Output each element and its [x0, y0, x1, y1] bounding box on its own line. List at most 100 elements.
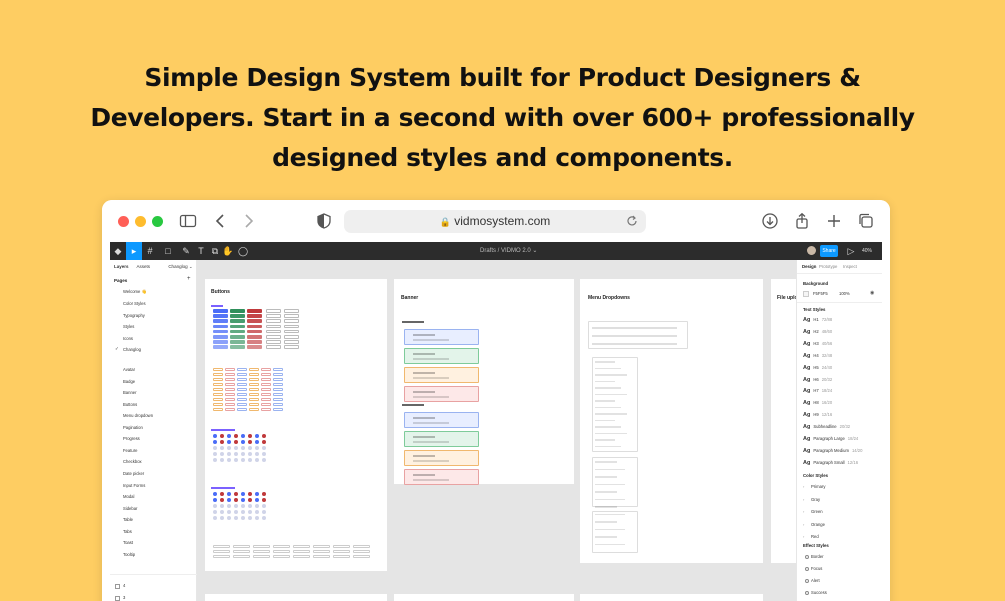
page-item-active[interactable]: Changlog	[123, 347, 141, 352]
tab-inspect[interactable]: Inspect	[843, 264, 857, 269]
text-style-item[interactable]: Ag Subheadline 20/32	[803, 424, 850, 430]
component-layer-item[interactable]: Buttons	[123, 402, 137, 407]
file-upload-frame[interactable]: File uplo	[771, 279, 798, 563]
component-layer-item[interactable]: Input Forms	[123, 483, 145, 488]
banner-card[interactable]	[404, 386, 479, 402]
sidebar-toggle-icon[interactable]	[179, 212, 197, 230]
add-page-icon[interactable]: +	[187, 276, 191, 282]
banner-card[interactable]	[404, 469, 479, 485]
visibility-eye-icon[interactable]: ◉	[870, 290, 874, 296]
background-opacity[interactable]: 100%	[839, 291, 850, 296]
page-item[interactable]: Icons	[123, 336, 133, 341]
hand-tool-icon[interactable]: ✋	[222, 245, 234, 257]
banner-frame[interactable]: Banner	[394, 279, 574, 485]
component-layer-item[interactable]: Avatar	[123, 367, 135, 372]
buttons-frame[interactable]: Buttons	[205, 279, 387, 571]
chevron-right-icon[interactable]: ›	[803, 497, 804, 502]
effect-style-item[interactable]: Border	[811, 554, 824, 559]
share-button[interactable]: Share	[820, 245, 838, 257]
tab-prototype[interactable]: Prototype	[819, 264, 837, 269]
component-layer-item[interactable]: Checkbox	[123, 459, 142, 464]
pen-tool-icon[interactable]: ✎	[180, 245, 192, 257]
text-style-item[interactable]: Ag H6 20/32	[803, 377, 832, 383]
color-style-item[interactable]: Primary	[811, 484, 825, 489]
text-style-item[interactable]: Ag Paragraph Large 18/24	[803, 436, 858, 442]
dropdown-card[interactable]	[592, 357, 638, 452]
canvas-frame[interactable]	[394, 594, 574, 601]
frame-layer-item[interactable]: 4	[123, 583, 125, 588]
component-layer-item[interactable]: Badge	[123, 379, 135, 384]
reload-icon[interactable]	[625, 214, 639, 228]
banner-card[interactable]	[404, 348, 479, 364]
text-style-item[interactable]: Ag H8 16/20	[803, 400, 832, 406]
tab-overview-icon[interactable]	[857, 212, 875, 230]
share-icon[interactable]	[793, 212, 811, 230]
banner-card[interactable]	[404, 367, 479, 383]
avatar[interactable]	[807, 246, 816, 255]
back-icon[interactable]	[212, 212, 230, 230]
page-item[interactable]: Welcome 👋	[123, 289, 147, 295]
color-style-item[interactable]: Red	[811, 534, 819, 539]
color-style-item[interactable]: Orange	[811, 522, 825, 527]
canvas-frame[interactable]	[580, 594, 763, 601]
forward-icon[interactable]	[239, 212, 257, 230]
page-switcher[interactable]: Changlog ⌄	[168, 264, 192, 269]
chevron-right-icon[interactable]: ›	[803, 534, 804, 539]
file-breadcrumb[interactable]: Drafts / VIDMO 2.0 ⌄	[480, 242, 537, 260]
comment-tool-icon[interactable]: ◯	[237, 245, 249, 257]
text-style-item[interactable]: Ag H1 72/88	[803, 317, 832, 323]
banner-card[interactable]	[404, 450, 479, 466]
minimize-window-button[interactable]	[135, 216, 146, 227]
text-style-item[interactable]: Ag H9 12/16	[803, 412, 832, 418]
component-layer-item[interactable]: Modal	[123, 494, 134, 499]
component-layer-item[interactable]: Sidebar	[123, 506, 137, 511]
page-item[interactable]: Styles	[123, 324, 134, 329]
banner-card[interactable]	[404, 431, 479, 447]
component-layer-item[interactable]: Date picker	[123, 471, 144, 476]
text-style-item[interactable]: Ag Paragraph Medium 14/20	[803, 448, 862, 454]
component-layer-item[interactable]: Table	[123, 517, 133, 522]
chevron-right-icon[interactable]: ›	[803, 509, 804, 514]
component-layer-item[interactable]: Progress	[123, 436, 140, 441]
effect-style-item[interactable]: Alert	[811, 578, 820, 583]
component-layer-item[interactable]: Feature	[123, 448, 137, 453]
component-layer-item[interactable]: Menu dropdown	[123, 413, 153, 418]
component-layer-item[interactable]: Banner	[123, 390, 137, 395]
new-tab-icon[interactable]	[825, 212, 843, 230]
effect-style-item[interactable]: Success	[811, 590, 827, 595]
component-layer-item[interactable]: Toast	[123, 540, 133, 545]
tab-assets[interactable]: Assets	[137, 264, 151, 269]
tab-design[interactable]: Design	[802, 264, 816, 269]
text-tool-icon[interactable]: T	[195, 245, 207, 257]
page-item[interactable]: Typography	[123, 313, 145, 318]
figma-menu-icon[interactable]: ◆	[112, 245, 124, 257]
resources-tool-icon[interactable]: ⧉	[209, 245, 221, 257]
canvas-frame[interactable]	[205, 594, 387, 601]
component-layer-item[interactable]: Pagination	[123, 425, 143, 430]
frame-layer-item[interactable]: 3	[123, 595, 125, 600]
color-style-item[interactable]: Gray	[811, 497, 820, 502]
text-style-item[interactable]: Ag H4 32/48	[803, 353, 832, 359]
color-style-item[interactable]: Green	[811, 509, 823, 514]
shape-tool-icon[interactable]: □	[162, 245, 174, 257]
present-icon[interactable]: ▷	[845, 245, 857, 257]
dropdown-card[interactable]	[592, 511, 638, 553]
effect-style-item[interactable]: Focus	[811, 566, 822, 571]
frame-tool-icon[interactable]: #	[144, 245, 156, 257]
chevron-right-icon[interactable]: ›	[803, 484, 804, 489]
close-window-button[interactable]	[118, 216, 129, 227]
move-tool-icon[interactable]: ▸	[126, 242, 142, 260]
page-item[interactable]: Color Styles	[123, 301, 146, 306]
banner-card[interactable]	[404, 329, 479, 345]
zoom-level[interactable]: 40%	[862, 242, 872, 260]
download-icon[interactable]	[761, 212, 779, 230]
background-swatch[interactable]	[803, 291, 809, 297]
menu-dropdowns-frame[interactable]: Menu Dropdowns	[580, 279, 763, 563]
component-layer-item[interactable]: Tooltip	[123, 552, 135, 557]
text-style-item[interactable]: Ag H7 18/24	[803, 388, 832, 394]
maximize-window-button[interactable]	[152, 216, 163, 227]
tab-layers[interactable]: Layers	[114, 264, 129, 269]
text-style-item[interactable]: Ag H5 24/40	[803, 365, 832, 371]
text-style-item[interactable]: Ag H2 48/60	[803, 329, 832, 335]
address-bar[interactable]: 🔒 vidmosystem.com	[344, 210, 646, 233]
